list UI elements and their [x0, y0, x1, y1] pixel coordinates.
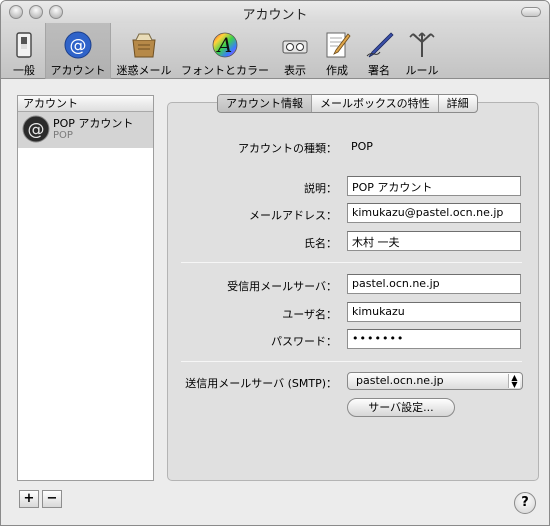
- account-row[interactable]: @ POP アカウント POP: [18, 112, 153, 148]
- accounts-list[interactable]: アカウント @ POP アカウント POP: [17, 95, 154, 481]
- smtp-server-value: pastel.ocn.ne.jp: [356, 374, 444, 387]
- separator: [181, 361, 522, 362]
- at-sign-icon: @: [22, 115, 50, 143]
- toolbar-item-viewing[interactable]: 表示: [279, 23, 311, 79]
- toolbar-label-general: 一般: [13, 64, 35, 77]
- email-field[interactable]: kimukazu@pastel.ocn.ne.jp: [347, 203, 521, 223]
- add-account-button[interactable]: +: [19, 490, 39, 508]
- toolbar-label-junk-mail: 迷惑メール: [116, 64, 172, 77]
- toolbar-item-accounts[interactable]: @ アカウント: [45, 23, 111, 79]
- svg-text:@: @: [28, 120, 45, 140]
- email-label: メールアドレス：: [249, 209, 337, 222]
- toolbar-label-viewing: 表示: [284, 64, 306, 77]
- toolbar-toggle-button[interactable]: [521, 7, 541, 17]
- toolbar-label-signatures: 署名: [368, 64, 390, 77]
- remove-account-button[interactable]: −: [42, 490, 62, 508]
- toolbar-item-general[interactable]: 一般: [7, 23, 41, 79]
- svg-text:@: @: [70, 36, 87, 56]
- description-label: 説明：: [304, 182, 337, 195]
- tab-advanced[interactable]: 詳細: [439, 95, 477, 112]
- incoming-server-field[interactable]: pastel.ocn.ne.jp: [347, 274, 521, 294]
- description-field[interactable]: POP アカウント: [347, 176, 521, 196]
- incoming-server-label: 受信用メールサーバ：: [227, 280, 337, 293]
- switch-icon: [16, 32, 32, 58]
- viewing-icon: [282, 40, 308, 54]
- account-name: POP アカウント: [53, 117, 134, 130]
- window-title: アカウント: [242, 8, 308, 23]
- tab-mailbox-behaviors[interactable]: メールボックスの特性: [312, 95, 439, 112]
- settings-tabs: アカウント情報 メールボックスの特性 詳細: [217, 94, 478, 113]
- preferences-toolbar: 一般 @ アカウント 迷惑メール A フォントとカラー 表示 作成 署名 ルール: [1, 23, 549, 79]
- username-field[interactable]: kimukazu: [347, 302, 521, 322]
- username-label: ユーザ名：: [282, 308, 337, 321]
- toolbar-label-composing: 作成: [326, 64, 348, 77]
- full-name-field[interactable]: 木村 一夫: [347, 231, 521, 251]
- help-button[interactable]: ?: [514, 492, 536, 514]
- tab-account-information[interactable]: アカウント情報: [218, 95, 312, 112]
- accounts-list-header: アカウント: [18, 96, 153, 112]
- server-settings-button[interactable]: サーバ設定...: [347, 398, 455, 417]
- password-field[interactable]: •••••••: [347, 329, 521, 349]
- compose-icon: [326, 32, 351, 58]
- svg-text:A: A: [216, 33, 232, 57]
- preferences-window: アカウント 一般 @ アカウント 迷惑メール A フォントとカラー 表示 作成 …: [0, 0, 550, 526]
- password-label: パスワード：: [271, 335, 337, 348]
- smtp-server-label: 送信用メールサーバ (SMTP)：: [185, 377, 337, 390]
- toolbar-item-signatures[interactable]: 署名: [361, 23, 397, 79]
- toolbar-label-rules: ルール: [405, 64, 439, 77]
- separator: [181, 262, 522, 263]
- account-type-label: アカウントの種類：: [238, 142, 337, 155]
- toolbar-item-fonts-colors[interactable]: A フォントとカラー: [177, 23, 273, 79]
- toolbar-item-junk-mail[interactable]: 迷惑メール: [115, 23, 173, 79]
- toolbar-item-rules[interactable]: ルール: [403, 23, 441, 79]
- toolbar-item-composing[interactable]: 作成: [321, 23, 353, 79]
- toolbar-label-fonts-colors: フォントとカラー: [181, 64, 269, 77]
- account-type-value: POP: [351, 140, 373, 153]
- preferences-content: アカウント @ POP アカウント POP + − アカウント情報 メールボック…: [1, 80, 549, 525]
- full-name-label: 氏名：: [304, 237, 337, 250]
- junk-mail-icon: [132, 33, 156, 58]
- toolbar-label-accounts: アカウント: [50, 64, 106, 77]
- rules-icon: [409, 32, 435, 57]
- at-sign-icon: @: [64, 31, 92, 59]
- title-bar: アカウント: [1, 1, 549, 23]
- signature-pen-icon: [366, 32, 394, 58]
- smtp-server-popup[interactable]: pastel.ocn.ne.jp ▲ ▼: [347, 372, 523, 390]
- chevron-up-down-icon: ▲ ▼: [508, 374, 520, 389]
- font-color-icon: A: [212, 32, 238, 58]
- account-type: POP: [53, 130, 73, 141]
